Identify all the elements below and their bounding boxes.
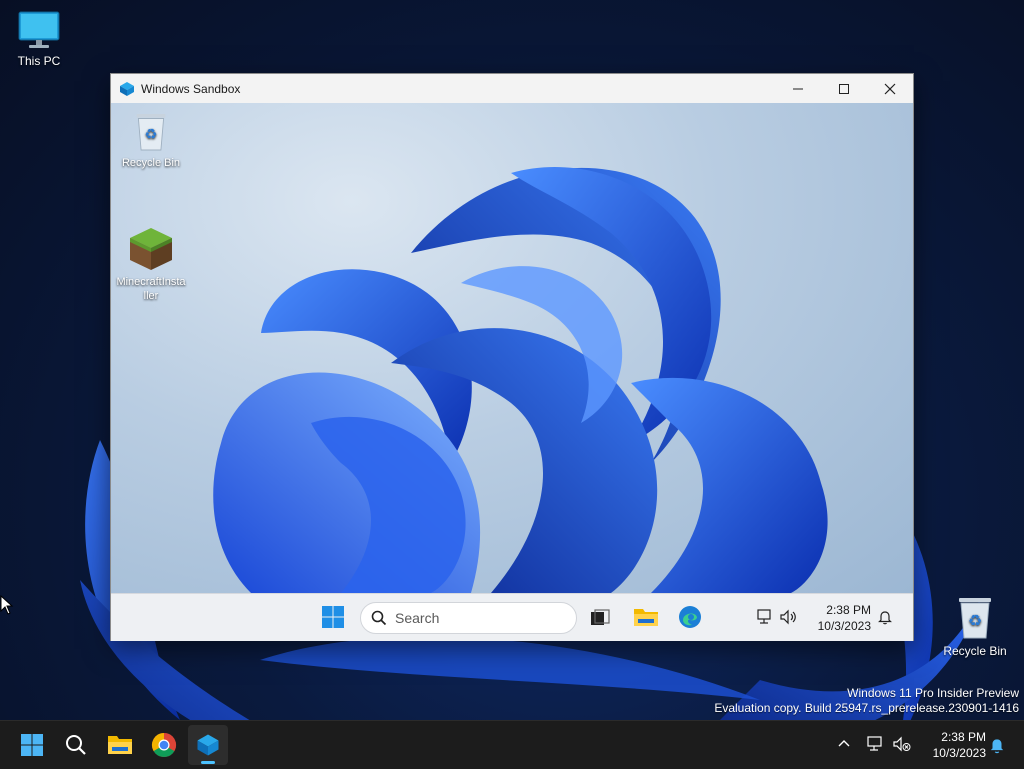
minecraft-grass-block-icon xyxy=(130,228,172,270)
host-taskbar: 2:38 PM 10/3/2023 xyxy=(0,720,1024,769)
volume-icon xyxy=(780,609,796,625)
desktop-icon-this-pc[interactable]: This PC xyxy=(1,10,77,68)
minimize-icon xyxy=(793,88,803,89)
window-titlebar[interactable]: Windows Sandbox xyxy=(111,74,913,103)
evaluation-watermark: Windows 11 Pro Insider Preview Evaluatio… xyxy=(714,686,1019,716)
sandbox-icon xyxy=(197,734,219,756)
chevron-up-icon xyxy=(838,740,850,747)
sandbox-task-view-button[interactable] xyxy=(589,607,611,629)
sandbox-search-box[interactable]: Search xyxy=(360,602,577,634)
desktop-icon-label-line-1: MinecraftInsta xyxy=(116,276,186,288)
sandbox-start-button[interactable] xyxy=(321,605,345,629)
window-title: Windows Sandbox xyxy=(141,81,241,96)
taskbar-search-button[interactable] xyxy=(56,725,96,765)
folder-icon xyxy=(108,736,132,754)
sandbox-desktop-icon-recycle-bin[interactable]: ♻ Recycle Bin xyxy=(111,111,191,170)
taskbar-clock[interactable]: 2:38 PM 10/3/2023 xyxy=(920,729,986,761)
taskbar-chrome-button[interactable] xyxy=(144,725,184,765)
desktop-icon-label: Recycle Bin xyxy=(121,157,181,169)
desktop-icon-recycle-bin[interactable]: ♻ Recycle Bin xyxy=(937,596,1013,658)
search-icon xyxy=(371,610,387,626)
recycle-bin-icon: ♻ xyxy=(136,114,166,151)
recycle-bin-icon: ♻ xyxy=(959,598,991,639)
sandbox-network-status[interactable] xyxy=(756,608,774,626)
watermark-line-2: Evaluation copy. Build 25947.rs_prerelea… xyxy=(714,701,1019,715)
desktop-icon-label-line-2: ller xyxy=(143,290,159,302)
windows-logo-icon xyxy=(21,734,43,756)
sandbox-desktop-icon-minecraft-installer[interactable]: MinecraftInsta ller xyxy=(111,226,191,303)
close-button[interactable] xyxy=(867,74,913,103)
svg-text:♻: ♻ xyxy=(968,611,982,630)
show-hidden-icons-button[interactable] xyxy=(836,736,852,752)
sandbox-taskbar: Search 2:38 PM 10/3/2023 xyxy=(111,593,913,641)
minimize-button[interactable] xyxy=(775,74,821,103)
watermark-line-1: Windows 11 Pro Insider Preview xyxy=(847,686,1019,700)
close-icon xyxy=(884,83,896,94)
taskbar-time: 2:38 PM xyxy=(941,730,986,744)
sandbox-volume-button[interactable] xyxy=(779,608,799,626)
taskbar-date: 10/3/2023 xyxy=(932,746,986,760)
search-icon xyxy=(66,735,86,755)
sandbox-date: 10/3/2023 xyxy=(817,619,871,633)
sandbox-icon xyxy=(120,81,134,96)
network-status[interactable] xyxy=(866,735,886,753)
svg-text:♻: ♻ xyxy=(145,127,158,143)
volume-button[interactable] xyxy=(892,735,912,753)
maximize-button[interactable] xyxy=(821,74,867,103)
mouse-cursor-icon xyxy=(0,595,14,615)
sandbox-file-explorer-button[interactable] xyxy=(633,605,659,629)
task-view-icon xyxy=(591,609,610,625)
maximize-icon xyxy=(839,83,849,94)
start-button[interactable] xyxy=(12,725,52,765)
bell-icon xyxy=(878,611,892,625)
notifications-button[interactable] xyxy=(988,736,1006,754)
sandbox-clock[interactable]: 2:38 PM 10/3/2023 xyxy=(805,602,871,634)
edge-icon xyxy=(679,606,701,628)
desktop-icon-label: Recycle Bin xyxy=(943,644,1007,658)
desktop-icon-label: This PC xyxy=(17,54,61,68)
sandbox-bloom-graphic xyxy=(213,167,828,593)
search-placeholder: Search xyxy=(395,610,440,626)
taskbar-file-explorer-button[interactable] xyxy=(100,725,140,765)
network-icon xyxy=(867,736,882,751)
windows-logo-icon xyxy=(322,606,344,628)
taskbar-windows-sandbox-button[interactable] xyxy=(188,725,228,765)
sandbox-desktop[interactable]: ♻ Recycle Bin MinecraftInsta ller xyxy=(111,103,913,593)
bell-icon xyxy=(990,739,1004,754)
folder-icon xyxy=(634,609,658,626)
volume-muted-icon xyxy=(893,736,911,752)
chrome-icon xyxy=(151,733,177,758)
monitor-icon xyxy=(18,11,60,48)
sandbox-time: 2:38 PM xyxy=(826,603,871,617)
network-icon xyxy=(757,609,771,624)
sandbox-edge-button[interactable] xyxy=(678,605,702,629)
sandbox-notifications-button[interactable] xyxy=(877,609,893,625)
windows-sandbox-window[interactable]: Windows Sandbox ♻ Recycle Bin MinecraftI… xyxy=(110,73,914,641)
